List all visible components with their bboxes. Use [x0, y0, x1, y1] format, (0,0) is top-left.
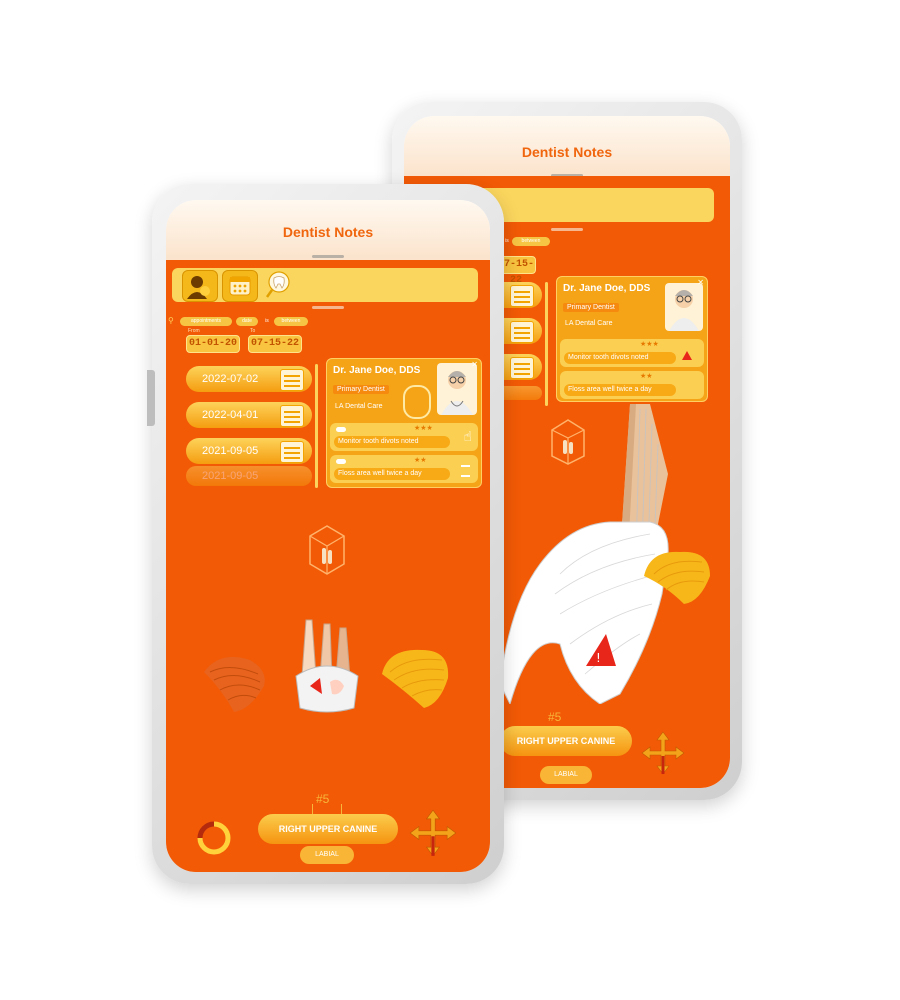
to-label: To	[250, 328, 256, 334]
tooth-surface-chip[interactable]: LABIAL	[300, 846, 354, 864]
chip-between[interactable]: between	[274, 317, 308, 326]
appointment-date-2: 2022-04-01	[202, 409, 259, 421]
tooth-crown-right[interactable]	[640, 546, 714, 606]
front-toolbar-grabber[interactable]	[312, 306, 344, 309]
calendar-icon	[229, 276, 251, 296]
chip-is[interactable]: is	[262, 317, 272, 326]
back-note-text-2: Floss area well twice a day	[564, 384, 676, 396]
appointment-date-4: 2021-09-05	[202, 470, 259, 482]
warning-icon	[682, 351, 692, 360]
svg-text:!: !	[596, 651, 601, 665]
front-toolbar	[172, 268, 478, 302]
note-text-2: Floss area well twice a day	[334, 468, 450, 480]
calendar-icon	[510, 285, 534, 307]
tooth-name-button[interactable]: RIGHT UPPER CANINE	[258, 814, 398, 844]
note-row-1[interactable]: ★★★ Monitor tooth divots noted ☝	[330, 423, 478, 451]
tooth-search-icon	[265, 271, 290, 298]
front-header: Dentist Notes	[166, 200, 490, 260]
back-note-row-2[interactable]: ★★ Floss area well twice a day	[560, 371, 704, 399]
calendar-icon	[280, 405, 304, 427]
back-dentist-card: Dr. Jane Doe, DDS Primary Dentist LA Den…	[556, 276, 708, 402]
to-date-field[interactable]: 07-15-22	[248, 335, 302, 353]
back-toolbar-grabber[interactable]	[551, 228, 583, 231]
phone-front: Dentist Notes ⚲ appointments date is bet…	[147, 184, 504, 884]
dentist-portrait	[437, 363, 477, 415]
dentist-role: Primary Dentist	[333, 385, 389, 394]
calendar-icon	[510, 357, 534, 379]
back-note-text-1: Monitor tooth divots noted	[564, 352, 676, 364]
close-icon[interactable]: ✕	[471, 360, 478, 369]
dentist-avatar-icon	[441, 371, 473, 415]
back-dentist-clinic: LA Dental Care	[565, 320, 613, 327]
phone-front-inner: Dentist Notes ⚲ appointments date is bet…	[166, 200, 490, 872]
appointment-item-1[interactable]: 2022-07-02	[186, 366, 312, 392]
back-close-icon[interactable]: ✕	[697, 278, 704, 287]
patient-icon	[187, 276, 210, 299]
calendar-button[interactable]	[222, 270, 258, 302]
appointment-date-3: 2021-09-05	[202, 445, 259, 457]
toggle-icon[interactable]	[336, 459, 346, 464]
front-grabber[interactable]	[312, 255, 344, 258]
appointment-item-2[interactable]: 2022-04-01	[186, 402, 312, 428]
back-tooth-number: #5	[548, 710, 562, 724]
move-arrows-icon[interactable]	[640, 730, 686, 776]
dentist-name: Dr. Jane Doe, DDS	[333, 365, 421, 376]
dental-chart-icon	[403, 385, 431, 419]
back-note-row-1[interactable]: ★★★ Monitor tooth divots noted	[560, 339, 704, 367]
filter-icon: ⚲	[168, 316, 174, 325]
back-dentist-name: Dr. Jane Doe, DDS	[563, 283, 651, 294]
tooth-crown-left[interactable]	[200, 650, 270, 714]
hand-pointer-icon: ☝	[463, 429, 472, 445]
list-scrollbar[interactable]	[315, 364, 318, 488]
appointment-item-4[interactable]: 2021-09-05	[186, 466, 312, 486]
back-app-title: Dentist Notes	[521, 144, 613, 160]
note-row-2[interactable]: ★★ Floss area well twice a day	[330, 455, 478, 483]
tooth-crown-right[interactable]	[378, 644, 452, 710]
chip-date[interactable]: date	[236, 317, 258, 326]
back-chip-between[interactable]: between	[512, 237, 550, 246]
calendar-icon	[280, 441, 304, 463]
from-date-field[interactable]: 01-01-20	[186, 335, 240, 353]
front-app-title: Dentist Notes	[282, 224, 374, 240]
patient-button[interactable]	[182, 270, 218, 302]
back-dentist-role: Primary Dentist	[563, 303, 619, 312]
list-icon	[461, 465, 470, 477]
chip-appointments[interactable]: appointments	[180, 317, 232, 326]
tooth-box-icon[interactable]	[304, 522, 350, 576]
tooth-search-button[interactable]	[264, 270, 294, 300]
calendar-icon	[510, 321, 534, 343]
dentist-avatar-icon	[669, 290, 699, 331]
tooth-cross-section[interactable]	[292, 616, 362, 716]
back-header: Dentist Notes	[404, 116, 730, 177]
back-note-stars-1: ★★★	[640, 340, 659, 348]
appointment-item-3[interactable]: 2021-09-05	[186, 438, 312, 464]
toggle-icon[interactable]	[336, 427, 346, 432]
dentist-card: Dr. Jane Doe, DDS Primary Dentist LA Den…	[326, 358, 482, 488]
note-stars-2: ★★	[414, 456, 427, 464]
back-dentist-portrait	[665, 283, 703, 331]
front-screen: ⚲ appointments date is between From To 0…	[166, 260, 490, 872]
back-tooth-surface[interactable]: LABIAL	[540, 766, 592, 784]
from-label: From	[188, 328, 200, 334]
dentist-clinic: LA Dental Care	[335, 403, 383, 410]
note-stars-1: ★★★	[414, 424, 433, 432]
appointment-date-1: 2022-07-02	[202, 373, 259, 385]
calendar-icon	[280, 369, 304, 391]
volume-button	[147, 370, 155, 426]
back-tooth-name-button[interactable]: RIGHT UPPER CANINE	[500, 726, 632, 756]
back-note-stars-2: ★★	[640, 372, 653, 380]
back-list-scrollbar[interactable]	[545, 282, 548, 406]
note-text-1: Monitor tooth divots noted	[334, 436, 450, 448]
refresh-icon[interactable]	[196, 820, 232, 856]
move-arrows-icon[interactable]	[408, 808, 458, 858]
